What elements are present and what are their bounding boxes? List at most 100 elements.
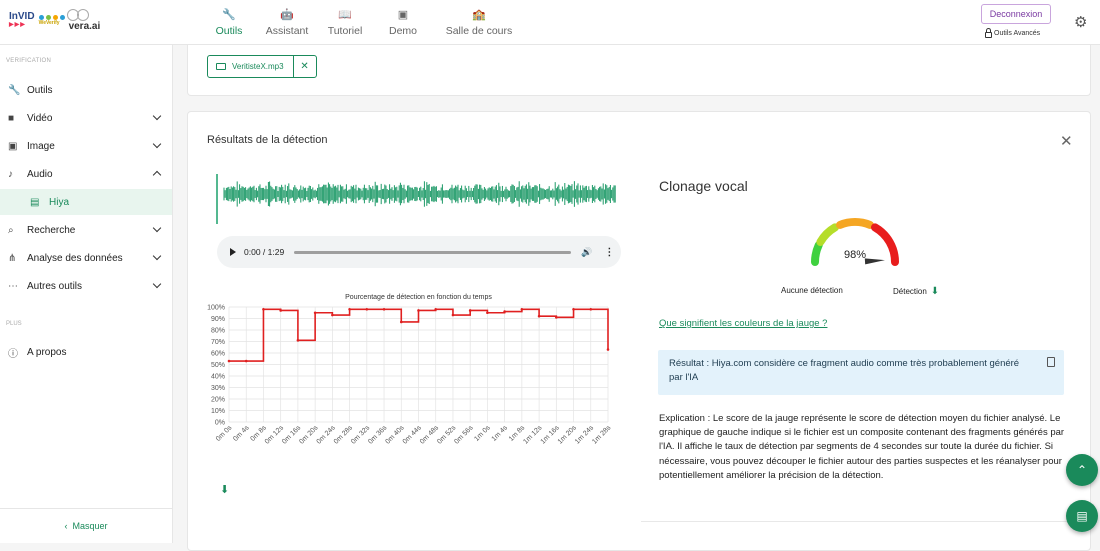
play-icon[interactable] [230,248,236,256]
gauge-segment [871,223,899,266]
tab-salle-de-cours[interactable]: 🏫 Salle de cours [432,8,526,49]
file-chip-label[interactable]: VeritisteX.mp3 [208,56,294,77]
chevron-down-icon [152,279,162,289]
download-chart-icon[interactable]: ⬇ [220,483,229,496]
lock-icon [985,28,992,38]
tab-outils[interactable]: 🔧 Outils [200,8,258,49]
copy-icon[interactable] [1044,357,1055,372]
sidebar-item-audio[interactable]: ♪ Audio [0,161,172,187]
advanced-tools-link[interactable]: Outils Avancés [985,28,1040,38]
audio-file-icon: ▤ [30,196,40,208]
data-point [503,310,506,313]
plus-heading: PLUS [6,321,22,327]
sidebar-item-autres[interactable]: ⋯ Autres outils [0,273,172,299]
folder-icon [216,63,226,70]
data-point [520,308,524,311]
volume-icon[interactable]: 🔊 [581,247,592,258]
gauge-colors-link[interactable]: Que signifient les couleurs de la jauge … [659,318,827,329]
tab-assistant[interactable]: 🤖 Assistant [258,8,316,49]
remove-file-icon[interactable]: ✕ [294,61,316,72]
chat-button[interactable]: ▤ [1066,500,1098,532]
y-tick-label: 0% [215,420,225,427]
data-point [365,308,369,311]
y-tick-label: 70% [211,339,225,346]
gauge-value: 98% [844,249,866,261]
invid-logo: InVID ▶▶▶ [9,10,35,28]
y-tick-label: 20% [211,397,225,404]
y-tick-label: 100% [207,305,225,312]
more-horizontal-icon: ⋯ [8,280,18,292]
more-vertical-icon[interactable]: ⋮ [604,247,614,258]
gauge-segment [811,241,823,266]
x-tick-label: 0m 56s [453,424,475,446]
vera-logo: vera.ai [66,9,100,32]
results-title: Résultats de la détection [207,134,328,146]
chevron-down-icon [152,251,162,261]
gear-icon[interactable]: ⚙ [1074,13,1087,31]
sidebar-item-hiya[interactable]: ▤ Hiya [0,189,172,215]
y-tick-label: 50% [211,362,225,369]
tab-label: Salle de cours [445,25,513,37]
gauge-left-label: Aucune détection [781,286,843,295]
music-note-icon: ♪ [8,168,13,180]
close-icon[interactable]: ✕ [1060,132,1073,150]
gauge-segment [816,223,839,246]
y-tick-label: 10% [211,408,225,415]
sidebar-item-image[interactable]: ▣ Image [0,133,172,159]
image-icon: ▣ [8,140,18,152]
data-point [451,313,455,317]
logout-button[interactable]: Deconnexion [981,4,1051,24]
sidebar-item-recherche[interactable]: ⌕ Recherche [0,217,172,243]
data-point [262,308,265,311]
explanation-text: Explication : Le score de la jauge repré… [659,413,1065,481]
chevron-down-icon [152,139,162,149]
divider [641,521,1091,522]
chevron-up-icon: ⌃ [1076,463,1088,477]
book-icon: 📖 [338,9,352,21]
y-tick-label: 30% [211,385,225,392]
sidebar: VERIFICATION 🔧 Outils ■ Vidéo ▣ Image ♪ Audi… [0,45,173,543]
scroll-up-button[interactable]: ⌃ [1066,454,1098,486]
y-tick-label: 90% [211,316,225,323]
player-progress-bar[interactable] [294,250,572,254]
chevron-up-icon [152,170,162,180]
data-point [555,316,558,319]
robot-icon: 🤖 [280,9,294,21]
file-card: VeritisteX.mp3 ✕ [187,45,1091,96]
wrench-icon: 🔧 [8,84,21,96]
sidebar-item-outils[interactable]: 🔧 Outils [0,77,172,103]
data-point [434,308,438,311]
sidebar-item-video[interactable]: ■ Vidéo [0,105,172,131]
info-icon: ⓘ [8,348,18,360]
tab-demo[interactable]: ▣ Demo [374,8,432,49]
file-chip: VeritisteX.mp3 ✕ [207,55,317,78]
tab-tutoriel[interactable]: 📖 Tutoriel [316,8,374,49]
data-point [348,308,351,311]
wrench-icon: 🔧 [222,9,236,21]
chevron-down-icon [152,223,162,233]
detection-chart: Pourcentage de détection en fonction du … [207,294,613,446]
x-tick-label: 1m 0s [473,424,492,443]
x-tick-label: 0m 0s [215,424,234,443]
data-point [417,309,420,312]
tab-label: Assistant [265,25,309,37]
video-icon: ■ [8,112,15,124]
sidebar-item-analyse[interactable]: ⋔ Analyse des données [0,245,172,271]
logo[interactable]: InVID ▶▶▶ WeVerify vera.ai [9,9,100,32]
chat-icon: ▤ [1076,509,1088,523]
data-point [399,320,403,324]
data-analysis-icon: ⋔ [8,252,17,264]
main-nav: 🔧 Outils 🤖 Assistant 📖 Tutoriel ▣ Demo 🏫 Salle de… [200,8,526,49]
data-point [572,308,575,311]
data-point [382,308,386,311]
data-point [606,348,610,351]
download-icon[interactable]: ⬇ [931,286,939,297]
data-point [296,339,300,342]
chevron-left-icon: ‹ [64,521,68,531]
hide-sidebar-button[interactable]: ‹ Masquer [0,508,172,543]
audio-waveform[interactable] [216,174,620,224]
search-icon: ⌕ [8,224,14,236]
sidebar-item-about[interactable]: ⓘ A propos [0,339,172,365]
x-tick-label: 0m 4s [232,424,251,443]
video-icon: ▣ [397,9,409,21]
